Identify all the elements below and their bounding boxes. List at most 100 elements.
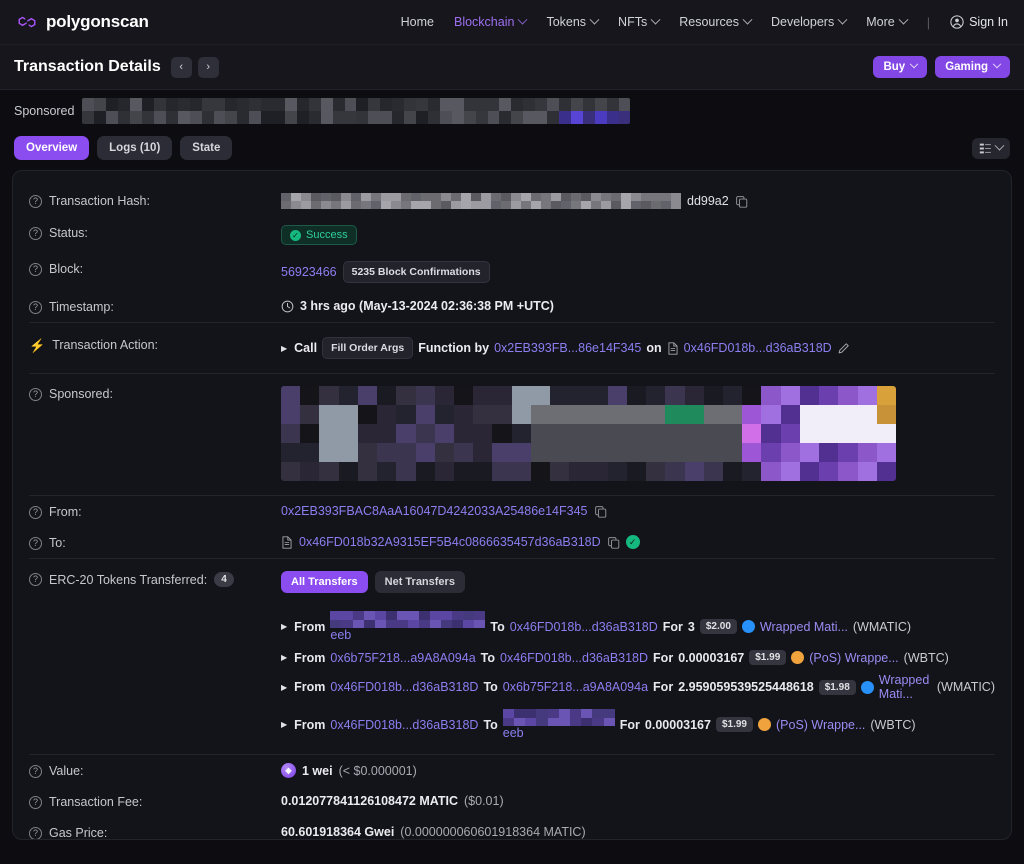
nav-item-label: More <box>866 15 894 29</box>
token-name-link[interactable]: (PoS) Wrappe... <box>809 651 898 665</box>
question-circle-icon[interactable]: ? <box>29 765 42 778</box>
triangle-right-icon[interactable]: ▶ <box>281 683 287 692</box>
copy-icon[interactable] <box>735 195 748 208</box>
to-address-link[interactable]: 0x46FD018b...d36aB318D <box>510 620 658 634</box>
function-by-text: Function by <box>418 341 489 355</box>
nav-item-tokens[interactable]: Tokens <box>546 15 598 29</box>
row-label: ? From: <box>29 504 281 519</box>
label-text: Transaction Fee: <box>49 795 142 809</box>
contract-address-link[interactable]: 0x46FD018b...d36aB318D <box>684 341 832 355</box>
row-label: ? Status: <box>29 225 281 240</box>
row-status: ? Status: ✓ Success <box>29 217 995 253</box>
gas-price-native: (0.000000060601918364 MATIC) <box>400 825 585 839</box>
question-circle-icon[interactable]: ? <box>29 388 42 401</box>
copy-icon[interactable] <box>607 536 620 549</box>
row-label: ? Sponsored: <box>29 386 281 401</box>
wbtc-icon <box>758 718 771 731</box>
gas-price-amount: 60.601918364 Gwei <box>281 825 394 839</box>
question-circle-icon[interactable]: ? <box>29 227 42 240</box>
redacted-from-address: eeb <box>330 611 485 642</box>
from-address-tail[interactable]: eeb <box>330 628 351 642</box>
transfer-list: ▶ From eeb To 0x46FD018b...d36aB318D For 3 $2.0… <box>281 611 995 740</box>
block-number-link[interactable]: 56923466 <box>281 265 337 279</box>
copy-icon[interactable] <box>594 505 607 518</box>
label-text: Timestamp: <box>49 300 114 314</box>
tab-logs[interactable]: Logs (10) <box>97 136 172 160</box>
sponsored-banner-image[interactable] <box>82 98 630 124</box>
sign-in-button[interactable]: Sign In <box>950 15 1008 29</box>
redacted-hash <box>281 193 681 209</box>
chevron-down-icon <box>743 14 753 24</box>
nav-item-label: Tokens <box>546 15 586 29</box>
matic-coin-icon: ◈ <box>281 763 296 778</box>
sponsored-ad-image[interactable] <box>281 386 896 481</box>
tab-label: Overview <box>26 142 77 154</box>
question-circle-icon[interactable]: ? <box>29 827 42 840</box>
to-label: To <box>483 680 497 694</box>
nav-item-nfts[interactable]: NFTs <box>618 15 659 29</box>
from-address-link[interactable]: 0x6b75F218...a9A8A094a <box>330 651 475 665</box>
from-address-link[interactable]: 0x46FD018b...d36aB318D <box>330 680 478 694</box>
sponsored-label: Sponsored <box>14 104 74 118</box>
to-address-link[interactable]: 0x46FD018b32A9315EF5B4c0866635457d36aB31… <box>299 535 601 549</box>
token-name-link[interactable]: Wrapped Mati... <box>879 673 932 701</box>
question-circle-icon[interactable]: ? <box>29 263 42 276</box>
question-circle-icon[interactable]: ? <box>29 195 42 208</box>
transfer-amount: 3 <box>688 620 695 634</box>
buy-button[interactable]: Buy <box>873 56 927 78</box>
net-transfers-button[interactable]: Net Transfers <box>375 571 465 593</box>
for-label: For <box>653 651 673 665</box>
token-name-link[interactable]: Wrapped Mati... <box>760 620 848 634</box>
triangle-right-icon[interactable]: ▶ <box>281 720 287 729</box>
fee-fiat: ($0.01) <box>464 794 504 808</box>
nav-item-resources[interactable]: Resources <box>679 15 751 29</box>
prev-transaction-button[interactable]: ‹ <box>171 57 192 78</box>
view-options-button[interactable] <box>972 138 1010 159</box>
to-address-tail[interactable]: eeb <box>503 726 524 740</box>
next-transaction-button[interactable]: › <box>198 57 219 78</box>
nav-item-blockchain[interactable]: Blockchain <box>454 15 526 29</box>
nav-item-home[interactable]: Home <box>401 15 434 29</box>
row-value: 56923466 5235 Block Confirmations <box>281 261 995 283</box>
from-address-link[interactable]: 0x2EB393FBAC8AaA16047D4242033A25486e14F3… <box>281 504 588 518</box>
question-circle-icon[interactable]: ? <box>29 796 42 809</box>
contract-doc-icon <box>667 342 679 355</box>
to-address-link[interactable]: 0x46FD018b...d36aB318D <box>500 651 648 665</box>
row-value <box>281 386 995 481</box>
to-label: To <box>490 620 504 634</box>
tab-overview[interactable]: Overview <box>14 136 89 160</box>
caller-address-link[interactable]: 0x2EB393FB...86e14F345 <box>494 341 641 355</box>
question-circle-icon[interactable]: ? <box>29 301 42 314</box>
for-label: For <box>663 620 683 634</box>
nav-item-more[interactable]: More <box>866 15 906 29</box>
triangle-right-icon[interactable]: ▶ <box>281 344 287 353</box>
for-label: For <box>653 680 673 694</box>
brand-logo-link[interactable]: polygonscan <box>16 11 149 33</box>
nav-item-developers[interactable]: Developers <box>771 15 846 29</box>
from-address-link[interactable]: 0x46FD018b...d36aB318D <box>330 718 478 732</box>
all-transfers-button[interactable]: All Transfers <box>281 571 368 593</box>
gaming-button[interactable]: Gaming <box>935 56 1010 78</box>
pencil-icon[interactable] <box>837 342 850 355</box>
to-address-link[interactable]: 0x6b75F218...a9A8A094a <box>503 680 648 694</box>
nav-links: Home Blockchain Tokens NFTs Resources De… <box>401 15 1008 30</box>
clock-icon <box>281 300 294 313</box>
triangle-right-icon[interactable]: ▶ <box>281 653 287 662</box>
token-name-link[interactable]: (PoS) Wrappe... <box>776 718 865 732</box>
token-symbol: (WMATIC) <box>853 620 911 634</box>
block-confirmations-chip: 5235 Block Confirmations <box>343 261 490 283</box>
call-text: Call <box>294 341 317 355</box>
toggle-label: Net Transfers <box>385 576 455 588</box>
tab-state[interactable]: State <box>180 136 232 160</box>
nav-item-label: Developers <box>771 15 834 29</box>
chevron-down-icon <box>995 140 1005 150</box>
header-actions: Buy Gaming <box>873 56 1010 78</box>
label-text: Block: <box>49 262 83 276</box>
question-circle-icon[interactable]: ? <box>29 506 42 519</box>
tab-label: Logs (10) <box>109 142 160 154</box>
transfer-usd-chip: $1.98 <box>819 680 856 695</box>
question-circle-icon[interactable]: ? <box>29 573 42 586</box>
chevron-down-icon <box>993 60 1001 68</box>
triangle-right-icon[interactable]: ▶ <box>281 622 287 631</box>
question-circle-icon[interactable]: ? <box>29 537 42 550</box>
